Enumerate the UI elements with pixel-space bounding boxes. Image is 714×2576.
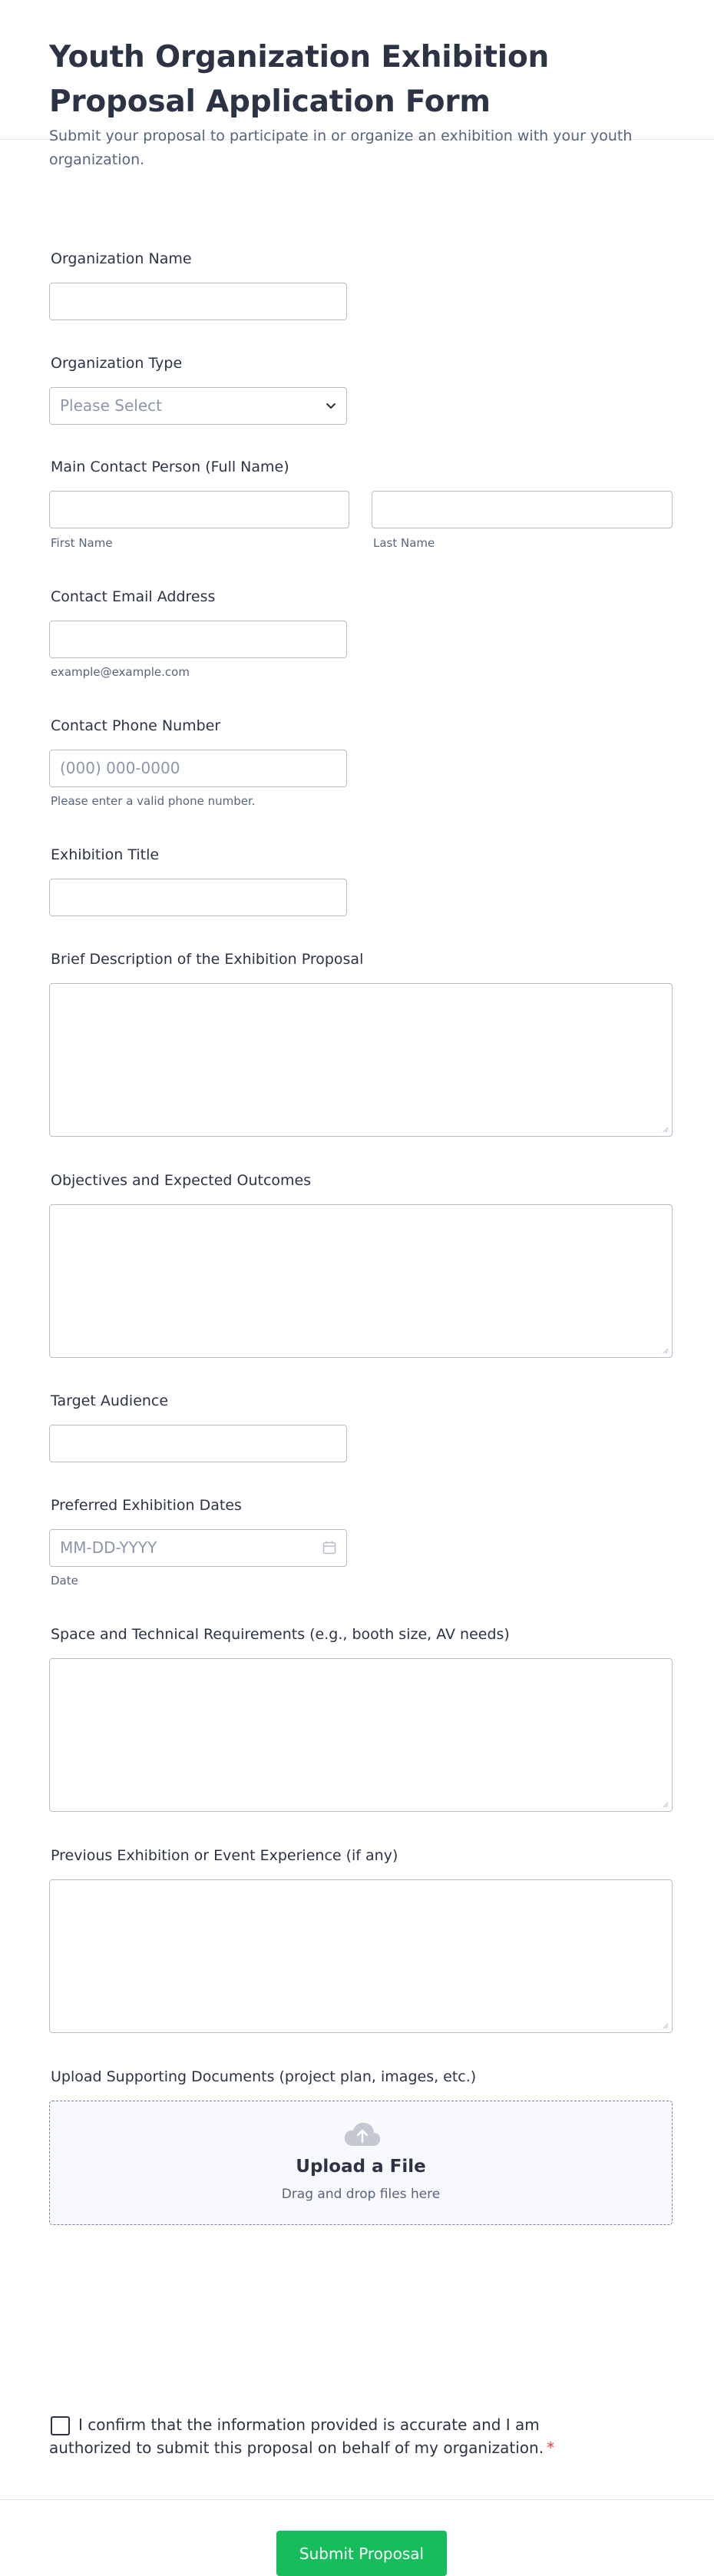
- date-input[interactable]: MM-DD-YYYY: [49, 1529, 347, 1567]
- objectives-textarea[interactable]: [49, 1204, 673, 1358]
- email-input[interactable]: [49, 621, 347, 658]
- resize-handle-icon[interactable]: [663, 2023, 669, 2029]
- upload-title: Upload a File: [296, 2157, 426, 2177]
- exhibition-title-label: Exhibition Title: [51, 846, 160, 863]
- calendar-icon[interactable]: [322, 1540, 337, 1555]
- cloud-upload-icon: [344, 2122, 381, 2146]
- phone-label: Contact Phone Number: [51, 717, 221, 734]
- requirements-textarea[interactable]: [49, 1658, 673, 1812]
- contact-person-label: Main Contact Person (Full Name): [51, 459, 289, 475]
- chevron-down-icon: [326, 403, 336, 409]
- audience-input[interactable]: [49, 1425, 347, 1462]
- description-textarea[interactable]: [49, 983, 673, 1137]
- org-name-label: Organization Name: [51, 250, 192, 267]
- requirements-label: Space and Technical Requirements (e.g., …: [51, 1626, 510, 1643]
- description-label: Brief Description of the Exhibition Prop…: [51, 951, 364, 968]
- first-name-input[interactable]: [49, 491, 349, 528]
- confirm-label: I confirm that the information provided …: [49, 2415, 544, 2457]
- last-name-sublabel: Last Name: [373, 536, 435, 550]
- page-title: Youth Organization Exhibition Proposal A…: [49, 40, 550, 119]
- audience-label: Target Audience: [51, 1392, 169, 1409]
- date-placeholder: MM-DD-YYYY: [60, 1538, 157, 1557]
- phone-sublabel: Please enter a valid phone number.: [51, 794, 256, 808]
- page-subtitle: Submit your proposal to participate in o…: [49, 127, 633, 168]
- experience-label: Previous Exhibition or Event Experience …: [51, 1847, 398, 1864]
- experience-textarea[interactable]: [49, 1879, 673, 2033]
- submit-button[interactable]: Submit Proposal: [276, 2531, 447, 2576]
- dates-label: Preferred Exhibition Dates: [51, 1497, 242, 1514]
- exhibition-title-input[interactable]: [49, 879, 347, 916]
- footer-divider: [0, 2499, 714, 2500]
- date-sublabel: Date: [51, 1574, 78, 1588]
- resize-handle-icon[interactable]: [663, 1802, 669, 1808]
- last-name-input[interactable]: [372, 491, 673, 528]
- upload-label: Upload Supporting Documents (project pla…: [51, 2068, 477, 2085]
- required-asterisk: *: [547, 2439, 555, 2457]
- email-label: Contact Email Address: [51, 588, 216, 605]
- resize-handle-icon[interactable]: [663, 1127, 669, 1133]
- org-name-input[interactable]: [49, 283, 347, 320]
- org-type-label: Organization Type: [51, 355, 183, 372]
- org-type-placeholder: Please Select: [60, 396, 162, 415]
- file-upload-dropzone[interactable]: Upload a File Drag and drop files here: [49, 2101, 673, 2225]
- first-name-sublabel: First Name: [51, 536, 113, 550]
- objectives-label: Objectives and Expected Outcomes: [51, 1172, 312, 1189]
- resize-handle-icon[interactable]: [663, 1348, 669, 1354]
- confirm-text: I confirm that the information provided …: [49, 2413, 602, 2459]
- phone-input[interactable]: (000) 000-0000: [49, 750, 347, 787]
- upload-hint: Drag and drop files here: [281, 2187, 441, 2202]
- phone-placeholder: (000) 000-0000: [60, 759, 180, 777]
- form-header: Youth Organization Exhibition Proposal A…: [0, 0, 714, 168]
- org-type-select[interactable]: Please Select: [49, 387, 347, 425]
- email-sublabel: example@example.com: [51, 665, 190, 679]
